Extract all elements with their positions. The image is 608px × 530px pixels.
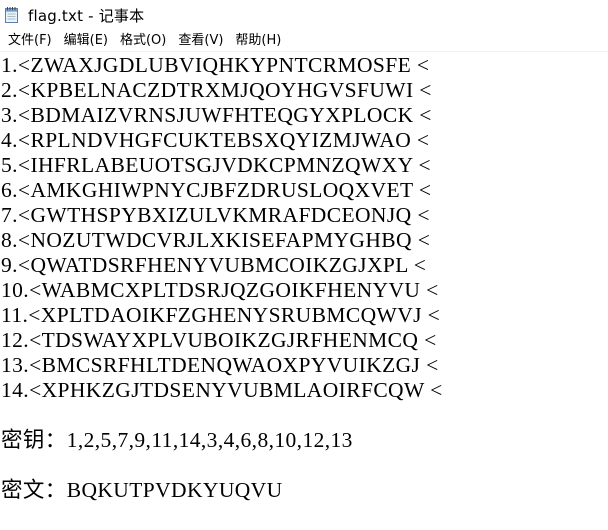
menu-format[interactable]: 格式(O) — [114, 30, 172, 52]
text-line: 8.<NOZUTWDCVRJLXKISEFAPMYGHBQ < — [1, 228, 431, 252]
menu-bar: 文件(F) 编辑(E) 格式(O) 查看(V) 帮助(H) — [0, 30, 608, 52]
notepad-window: flag.txt - 记事本 文件(F) 编辑(E) 格式(O) 查看(V) 帮… — [0, 0, 608, 530]
key-line: 密钥：1,2,5,7,9,11,14,3,4,6,8,10,12,13 — [1, 428, 353, 452]
text-line: 13.<BMCSRFHLTDENQWAOXPYVUIKZGJ < — [1, 353, 439, 377]
window-title: flag.txt - 记事本 — [28, 6, 145, 25]
text-line: 7.<GWTHSPYBXIZULVKMRAFDCEONJQ < — [1, 203, 430, 227]
cipher-line: 密文：BQKUTPVDKYUQVU — [1, 478, 283, 502]
text-line: 3.<BDMAIZVRNSJUWFHTEQGYXPLOCK < — [1, 103, 432, 127]
menu-edit[interactable]: 编辑(E) — [58, 30, 114, 52]
menu-help[interactable]: 帮助(H) — [229, 30, 287, 52]
text-line: 12.<TDSWAYXPLVUBOIKZGJRFHENMCQ < — [1, 328, 437, 352]
text-editor[interactable]: 1.<ZWAXJGDLUBVIQHKYPNTCRMOSFE < 2.<KPBEL… — [0, 53, 608, 530]
title-bar: flag.txt - 记事本 — [0, 0, 608, 30]
text-line: 6.<AMKGHIWPNYCJBFZDRUSLOQXVET < — [1, 178, 432, 202]
text-line: 5.<IHFRLABEUOTSGJVDKCPMNZQWXY < — [1, 153, 432, 177]
menu-view[interactable]: 查看(V) — [172, 30, 229, 52]
notepad-icon — [4, 6, 20, 24]
text-line: 1.<ZWAXJGDLUBVIQHKYPNTCRMOSFE < — [1, 53, 430, 77]
text-line: 10.<WABMCXPLTDSRJQZGOIKFHENYVU < — [1, 278, 439, 302]
menu-file[interactable]: 文件(F) — [2, 30, 58, 52]
text-line: 14.<XPHKZGJTDSENYVUBMLAOIRFCQW < — [1, 378, 443, 402]
text-line: 9.<QWATDSRFHENYVUBMCOIKZGJXPL < — [1, 253, 427, 277]
text-line: 2.<KPBELNACZDTRXMJQOYHGVSFUWI < — [1, 78, 432, 102]
text-line: 11.<XPLTDAOIKFZGHENYSRUBMCQWVJ < — [1, 303, 441, 327]
text-line: 4.<RPLNDVHGFCUKTEBSXQYIZMJWAO < — [1, 128, 430, 152]
